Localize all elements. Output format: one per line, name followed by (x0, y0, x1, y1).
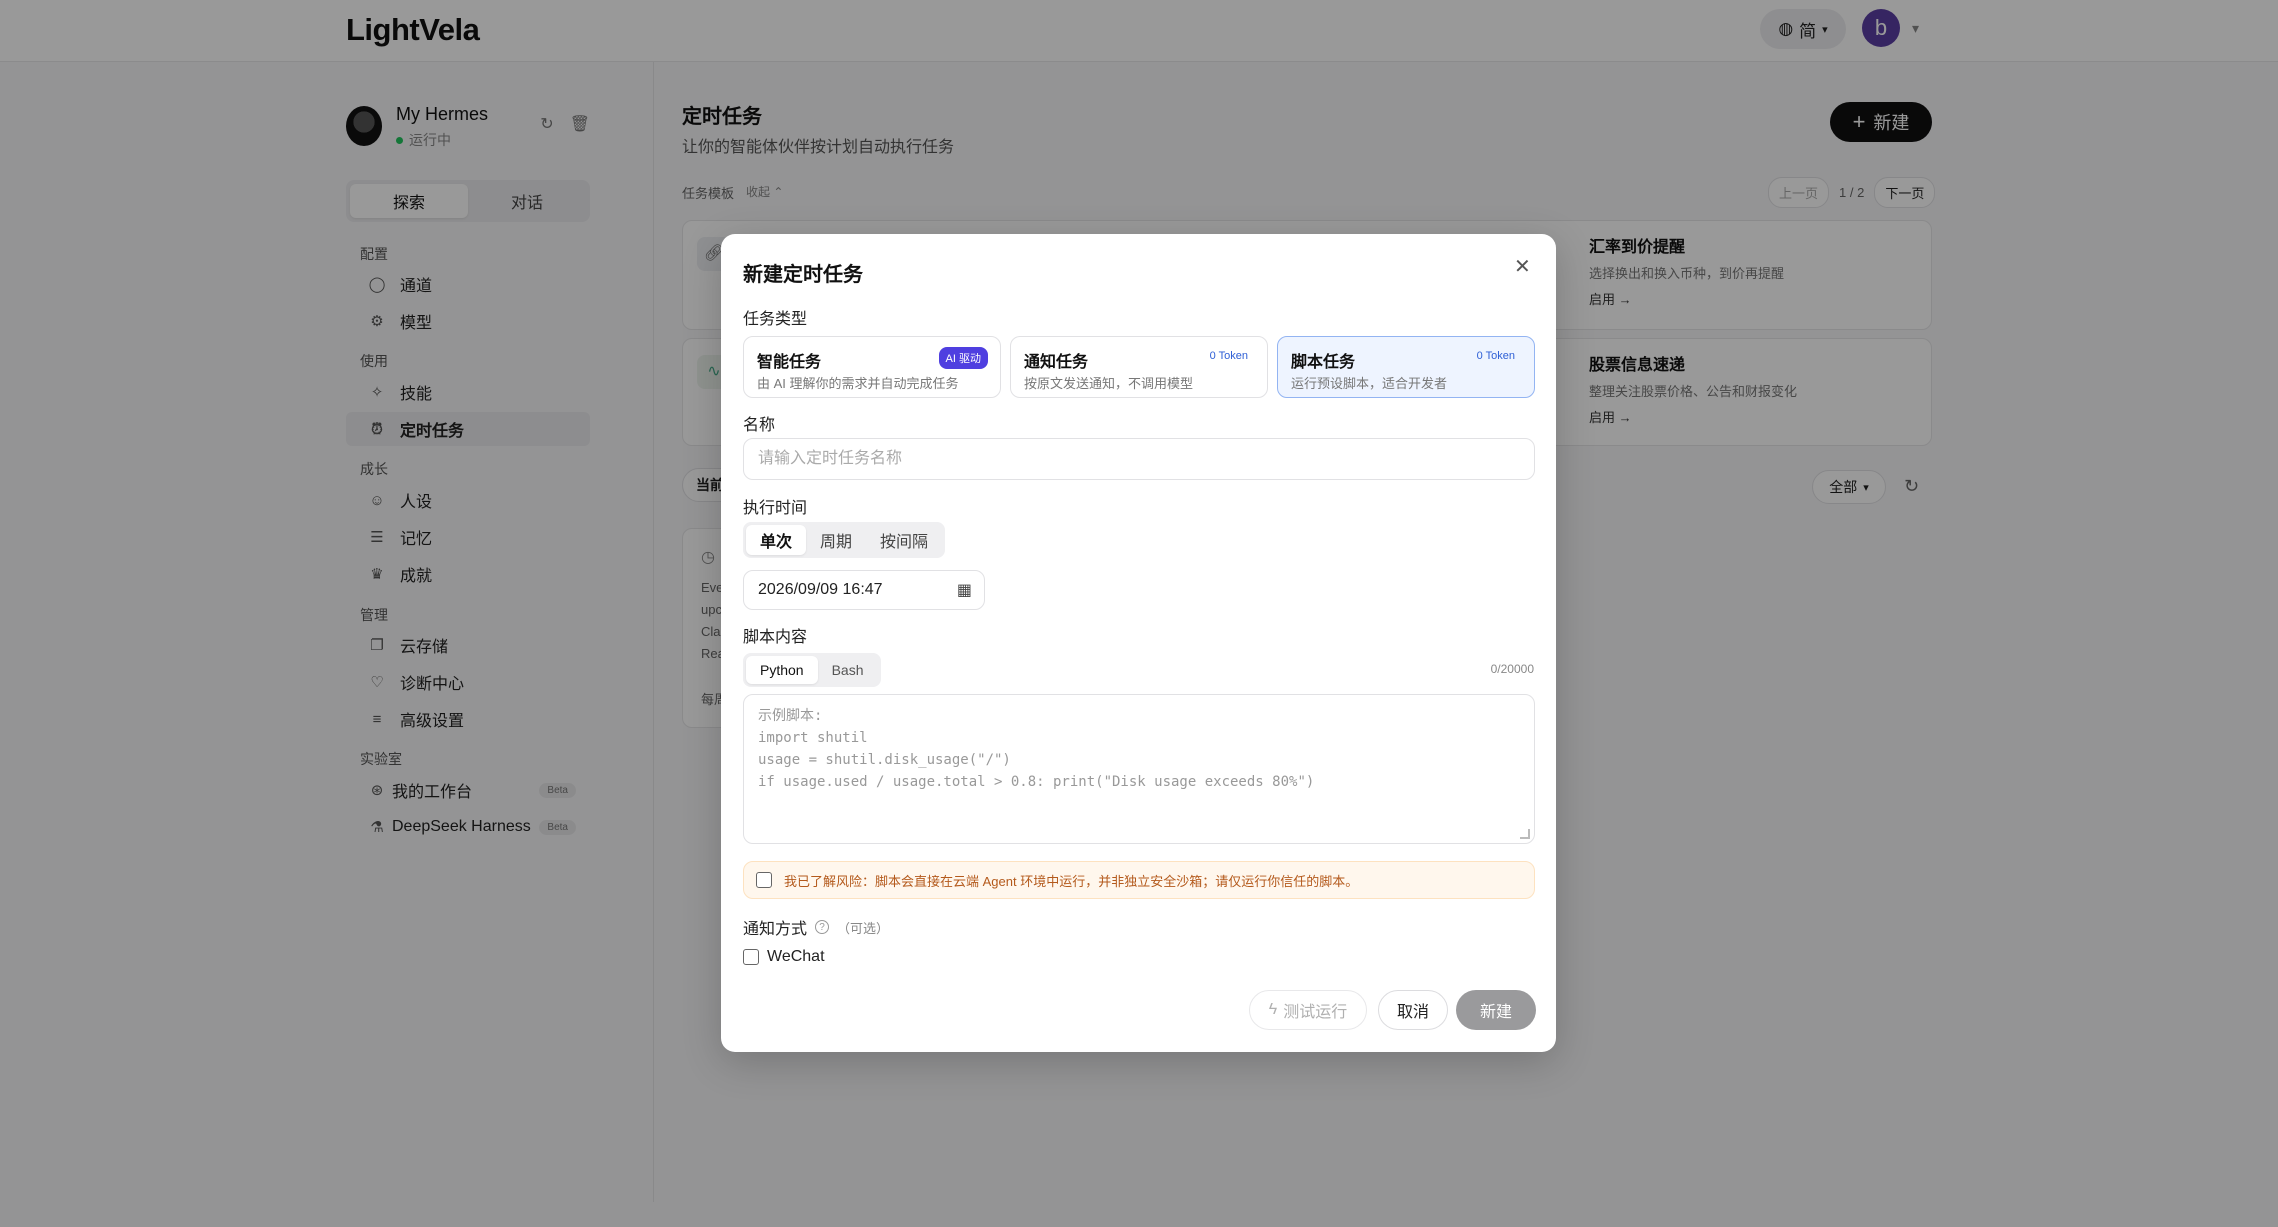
new-scheduled-task-dialog: 新建定时任务 ✕ 任务类型 智能任务 由 AI 理解你的需求并自动完成任务 AI… (721, 234, 1556, 1052)
token-badge: 0 Token (1476, 350, 1515, 362)
placeholder-line: usage = shutil.disk_usage("/") (758, 752, 1011, 768)
lang-python[interactable]: Python (746, 656, 818, 684)
task-type-name: 脚本任务 (1291, 354, 1356, 371)
task-type-script[interactable]: 脚本任务 运行预设脚本，适合开发者 0 Token (1277, 336, 1535, 398)
char-counter: 0/20000 (1490, 662, 1534, 676)
help-icon[interactable]: ? (815, 920, 830, 934)
cancel-button[interactable]: 取消 (1378, 990, 1448, 1030)
script-content-label: 脚本内容 (743, 629, 808, 646)
datetime-value: 2026/09/09 16:47 (758, 581, 883, 598)
test-run-button[interactable]: ϟ 测试运行 (1249, 990, 1367, 1030)
task-type-desc: 运行预设脚本，适合开发者 (1291, 376, 1448, 391)
task-type-label: 任务类型 (743, 311, 808, 328)
name-label: 名称 (743, 417, 776, 434)
lightning-icon: ϟ (1268, 1001, 1278, 1018)
wechat-option[interactable]: WeChat (743, 948, 825, 966)
calendar-icon: ▦ (956, 582, 972, 599)
resize-handle[interactable] (1520, 829, 1530, 839)
script-language-tabs: Python Bash (743, 653, 881, 687)
script-editor[interactable]: 示例脚本: import shutil usage = shutil.disk_… (743, 694, 1535, 844)
task-type-desc: 由 AI 理解你的需求并自动完成任务 (757, 376, 959, 391)
task-type-notify[interactable]: 通知任务 按原文发送通知，不调用模型 0 Token (1010, 336, 1268, 398)
mode-once[interactable]: 单次 (746, 525, 807, 555)
lang-bash[interactable]: Bash (818, 656, 878, 684)
ai-badge: AI 驱动 (938, 347, 988, 369)
task-type-smart[interactable]: 智能任务 由 AI 理解你的需求并自动完成任务 AI 驱动 (743, 336, 1001, 398)
mode-interval[interactable]: 按间隔 (866, 525, 942, 555)
wechat-checkbox[interactable] (743, 949, 759, 965)
notify-label: 通知方式 (743, 921, 808, 938)
task-type-desc: 按原文发送通知，不调用模型 (1024, 376, 1194, 391)
dialog-title: 新建定时任务 (743, 264, 863, 286)
placeholder-line: if usage.used / usage.total > 0.8: print… (758, 774, 1315, 790)
wechat-label: WeChat (767, 948, 825, 965)
placeholder-line: 示例脚本: (758, 708, 823, 724)
task-type-name: 通知任务 (1024, 354, 1089, 371)
optional-hint: （可选） (837, 920, 890, 936)
placeholder-line: import shutil (758, 730, 868, 746)
execution-time-label: 执行时间 (743, 500, 808, 517)
notify-method-row: 通知方式 ? （可选） (743, 915, 889, 939)
risk-notice-text: 我已了解风险：脚本会直接在云端 Agent 环境中运行，并非独立安全沙箱；请仅运… (784, 873, 1359, 889)
risk-acknowledgement: 我已了解风险：脚本会直接在云端 Agent 环境中运行，并非独立安全沙箱；请仅运… (743, 861, 1535, 899)
task-name-input[interactable] (743, 438, 1535, 480)
token-badge: 0 Token (1209, 350, 1248, 362)
mode-recurring[interactable]: 周期 (806, 525, 866, 555)
test-run-label: 测试运行 (1283, 1004, 1348, 1021)
close-icon[interactable]: ✕ (1514, 254, 1531, 279)
execution-mode-tabs: 单次 周期 按间隔 (743, 522, 946, 558)
create-button[interactable]: 新建 (1456, 990, 1536, 1030)
task-type-name: 智能任务 (757, 354, 822, 371)
datetime-picker[interactable]: 2026/09/09 16:47 ▦ (743, 570, 985, 610)
risk-checkbox[interactable] (756, 872, 772, 888)
